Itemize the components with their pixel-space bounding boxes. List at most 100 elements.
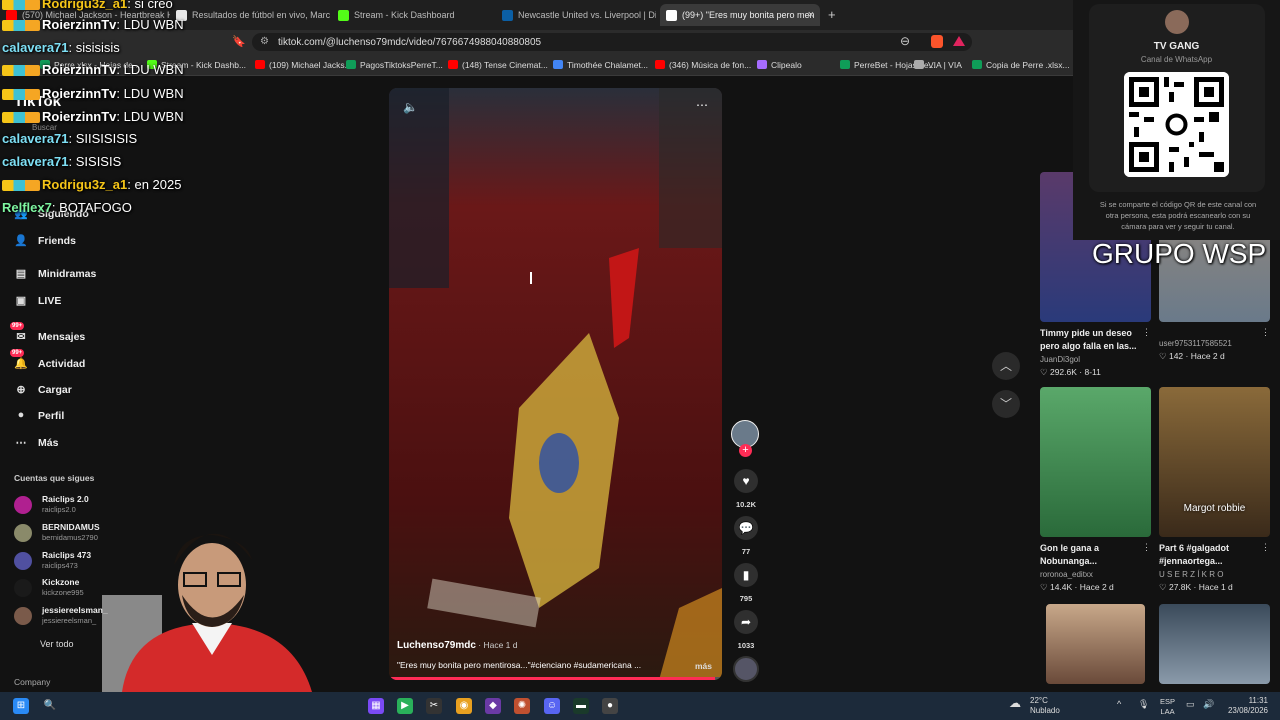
save-bookmark-icon[interactable]: ▮ — [734, 563, 758, 587]
discord-icon[interactable]: ☺ — [544, 698, 560, 714]
company-link[interactable]: Company — [14, 677, 50, 687]
qr-code — [1124, 72, 1229, 177]
card-author[interactable]: roronoa_editxx — [1040, 570, 1093, 579]
bookmark-item[interactable]: Clipealo — [757, 60, 802, 70]
sidebar-item-live[interactable]: ▣ LIVE — [14, 295, 62, 307]
volume-icon[interactable]: 🔈 — [403, 100, 418, 114]
follow-plus-icon[interactable]: + — [739, 444, 752, 457]
video-player[interactable]: 🔈 ⋯ Luchenso79mdc · Hace 1 d "Eres muy b… — [389, 88, 722, 680]
chat-username: calavera71 — [2, 40, 69, 55]
author-name[interactable]: Luchenso79mdc — [397, 640, 476, 651]
card-author[interactable]: U S E R Z Í K R O — [1159, 570, 1223, 579]
caption-more-link[interactable]: más — [695, 661, 712, 671]
sidebar-item-friends[interactable]: 👤 Friends — [14, 235, 76, 247]
music-disc-icon[interactable] — [733, 656, 759, 682]
tiktok-icon — [666, 10, 677, 21]
card-title[interactable]: Part 6 #galgadot #jennaortega... — [1159, 542, 1263, 568]
video-thumbnail[interactable] — [1159, 604, 1270, 684]
network-icon[interactable]: ▭ — [1186, 699, 1195, 710]
input-language[interactable]: ESP LAA — [1160, 697, 1175, 717]
sidebar-item-minidramas[interactable]: ▤ Minidramas — [14, 268, 97, 280]
close-tab-icon[interactable]: × — [808, 9, 814, 21]
card-author[interactable]: user9753117585521 — [1159, 339, 1232, 348]
bookmark-item[interactable]: PagosTiktoksPerreT... — [346, 60, 443, 70]
card-more-icon[interactable]: ⋮ — [1142, 542, 1151, 553]
next-video-chevron-down-icon[interactable]: ﹀ — [992, 390, 1020, 418]
bookmark-label: Copia de Perre .xlsx... — [986, 60, 1070, 70]
bookmark-item[interactable]: (148) Tense Cinemat... — [448, 60, 548, 70]
bookmark-item[interactable]: Copia de Perre .xlsx... — [972, 60, 1070, 70]
stream-chat-overlay: Rodrigu3z_a1: si creo calavera71: sisisis… — [0, 0, 320, 230]
card-more-icon[interactable]: ⋮ — [1261, 327, 1270, 338]
disney-icon — [502, 10, 513, 21]
tab-kick[interactable]: Stream - Kick Dashboard — [332, 4, 492, 26]
card-more-icon[interactable]: ⋮ — [1261, 542, 1270, 553]
sidebar-item-label: Mensajes — [38, 331, 86, 343]
volume-icon[interactable]: 🔊 — [1203, 699, 1214, 710]
capcut-icon[interactable]: ✂ — [426, 698, 442, 714]
search-icon[interactable]: 🔍 — [42, 698, 58, 714]
card-title[interactable]: Gon le gana a Nobunanga... — [1040, 542, 1144, 568]
video-progress-bar[interactable] — [389, 677, 722, 680]
video-author[interactable]: Luchenso79mdc · Hace 1 d — [397, 640, 518, 651]
avatar — [14, 552, 32, 570]
video-more-icon[interactable]: ⋯ — [696, 98, 708, 112]
comment-icon[interactable]: 💬 — [734, 516, 758, 540]
premiere-icon[interactable]: ◆ — [485, 698, 501, 714]
bookmark-label: PagosTiktoksPerreT... — [360, 60, 443, 70]
zoom-icon[interactable]: ⊖ — [900, 34, 910, 48]
previous-video-chevron-up-icon[interactable]: ︿ — [992, 352, 1020, 380]
tray-chevron-up-icon[interactable]: ^ — [1117, 699, 1121, 709]
obs-icon[interactable]: ● — [602, 698, 618, 714]
chat-message: Rodrigu3z_a1: si creo — [2, 0, 173, 11]
new-tab-button[interactable]: + — [828, 7, 836, 22]
stream-overlay-text: GRUPO WSP — [1092, 238, 1267, 269]
thumbnail-overlay-text: Margot robbie — [1183, 503, 1246, 514]
kick-app-icon[interactable]: ▶ — [397, 698, 413, 714]
chat-text: : SIISISISIS — [68, 131, 138, 146]
sidebar-item-perfil[interactable]: ● Perfil — [14, 409, 65, 422]
card-author[interactable]: JuanDi3gol — [1040, 355, 1080, 364]
weather-widget[interactable]: 22°C Nublado — [1030, 696, 1060, 716]
video-thumbnail[interactable] — [1040, 387, 1151, 537]
chat-text: : SISISIS — [68, 154, 122, 169]
app-icon[interactable]: ▦ — [368, 698, 384, 714]
microphone-icon[interactable]: 🎙 — [1138, 699, 1149, 710]
weather-temp: 22°C — [1030, 696, 1048, 705]
following-header: Cuentas que sigues — [14, 473, 95, 483]
bookmark-item[interactable]: (346) Música de fon... — [655, 60, 751, 70]
url-field[interactable]: ⚙ tiktok.com/@luchenso79mdc/video/7676674… — [252, 33, 972, 51]
brave-shield-icon[interactable] — [931, 35, 943, 48]
sidebar-item-mensajes[interactable]: ✉ 99+ Mensajes — [10, 322, 86, 343]
terminal-icon[interactable]: ▬ — [573, 698, 589, 714]
card-title[interactable]: Timmy pide un deseo pero algo falla en l… — [1040, 327, 1144, 353]
chat-message: RoierzinnTv: LDU WBN — [2, 62, 184, 77]
sidebar-item-cargar[interactable]: ⊕ Cargar — [14, 384, 71, 396]
tab-disney[interactable]: Newcastle United vs. Liverpool | Disne — [496, 4, 656, 26]
system-clock[interactable]: 11:31 23/08/2026 — [1222, 696, 1268, 716]
video-thumbnail[interactable] — [1046, 604, 1145, 684]
kick-icon — [338, 10, 349, 21]
cloud-weather-icon[interactable]: ☁ — [1009, 696, 1021, 710]
card-more-icon[interactable]: ⋮ — [1142, 327, 1151, 338]
bookmark-item[interactable]: Timothée Chalamet... — [553, 60, 648, 70]
more-icon: ⋯ — [15, 437, 27, 449]
webcam-feed — [102, 533, 312, 692]
brave-rewards-icon[interactable] — [953, 36, 965, 46]
bookmark-label: Timothée Chalamet... — [567, 60, 648, 70]
windows-start-icon[interactable]: ⊞ — [13, 698, 29, 714]
like-heart-icon[interactable]: ♥ — [734, 469, 758, 493]
weather-condition: Nublado — [1030, 706, 1060, 715]
sidebar-item-label: Friends — [38, 235, 76, 247]
sidebar-item-más[interactable]: ⋯ Más — [14, 437, 59, 449]
bookmark-item[interactable]: VIA | VIA — [914, 60, 962, 70]
chat-badges-icon — [2, 89, 40, 101]
chat-text: : LDU WBN — [116, 109, 184, 124]
tab-tiktok[interactable]: (99+) "Eres muy bonita pero men × — [660, 4, 820, 26]
app-star-icon[interactable]: ✺ — [514, 698, 530, 714]
lang-primary: ESP — [1160, 697, 1176, 706]
video-thumbnail[interactable]: Margot robbie — [1159, 387, 1270, 537]
share-icon[interactable]: ➦ — [734, 610, 758, 634]
sidebar-item-actividad[interactable]: 🔔 99+ Actividad — [10, 349, 85, 370]
chrome-icon[interactable]: ◉ — [456, 698, 472, 714]
